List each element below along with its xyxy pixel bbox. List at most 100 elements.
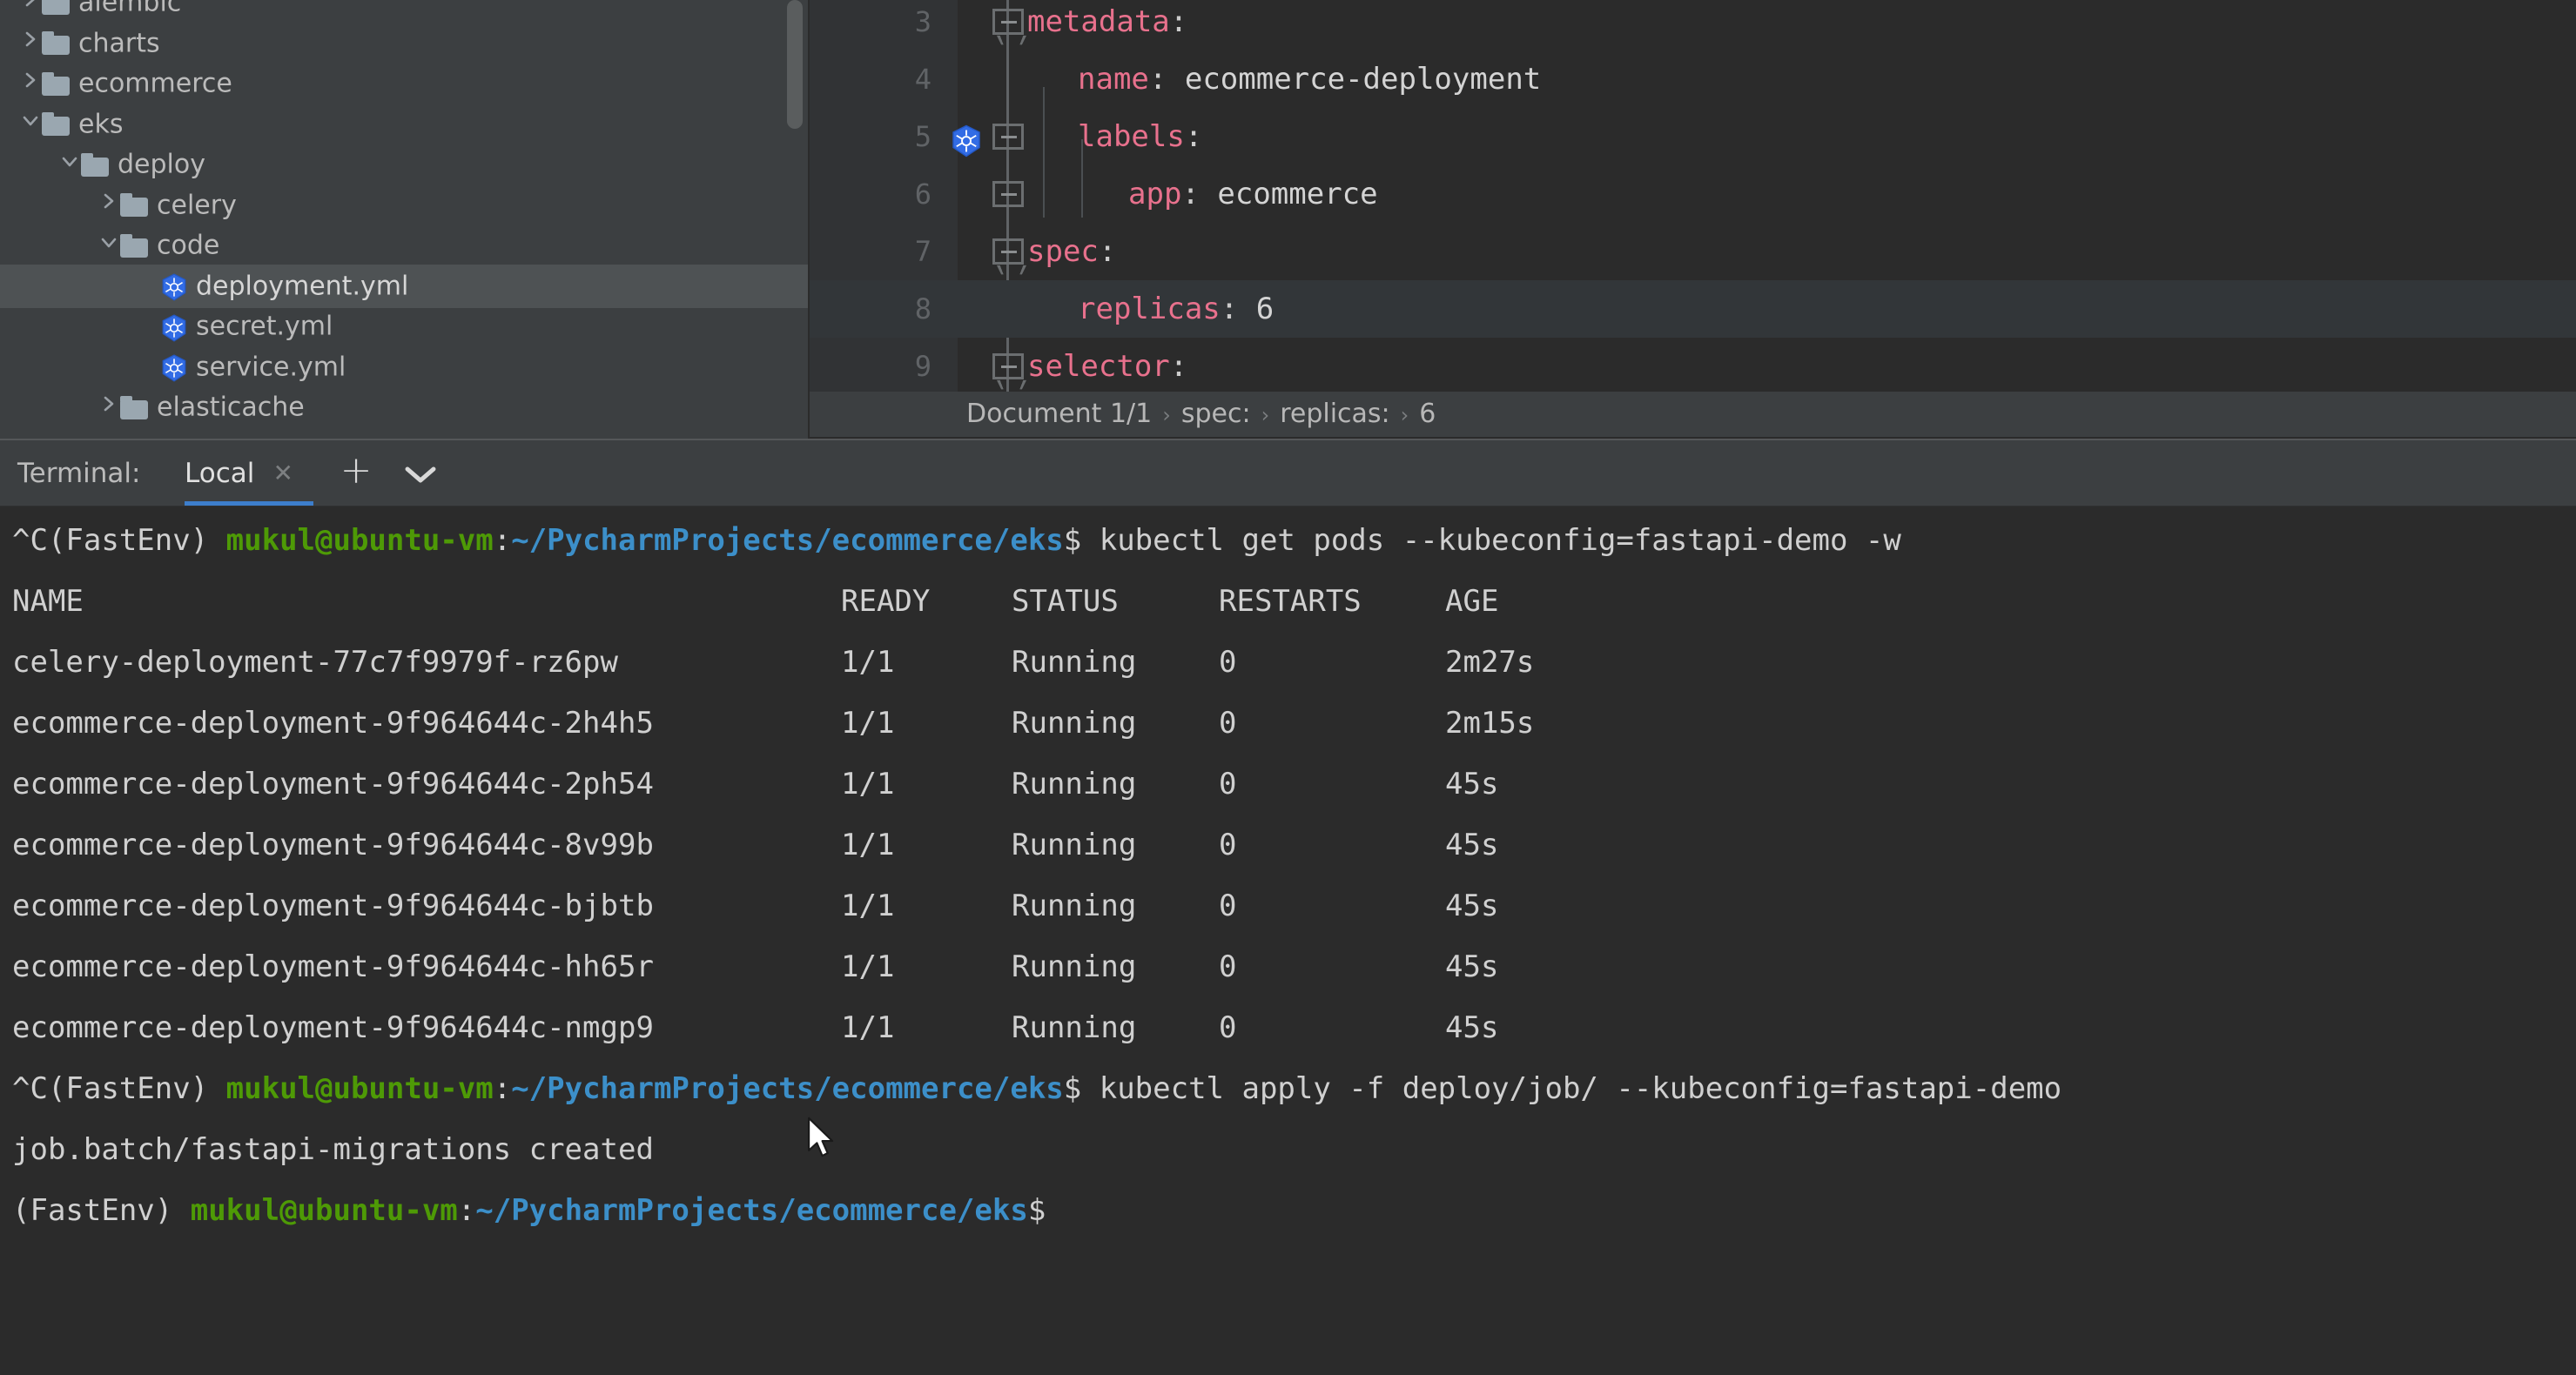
folder-icon xyxy=(120,235,150,258)
column-header-name: NAME xyxy=(12,573,84,630)
fold-toggle-line-9[interactable] xyxy=(992,353,1024,379)
chevron-down-icon[interactable] xyxy=(400,440,441,506)
terminal-active-prompt: (FastEnv) mukul@ubuntu-vm:~/PycharmProje… xyxy=(12,1182,1046,1239)
interrupt-marker: ^C xyxy=(12,523,48,558)
tree-folder-elasticache[interactable]: elasticache xyxy=(0,386,810,429)
breadcrumb-item[interactable]: replicas: xyxy=(1280,399,1389,429)
prompt-user-host: mukul@ubuntu-vm xyxy=(226,523,494,558)
tree-item-label: service.yml xyxy=(196,352,346,382)
yaml-key: name xyxy=(1078,62,1149,97)
code-line-6[interactable]: 6 app: ecommerce xyxy=(810,165,2576,223)
cursor-arrow-icon xyxy=(806,1117,836,1160)
project-tree-panel[interactable]: alembicchartsecommerceeksdeploycelerycod… xyxy=(0,0,810,440)
editor-breadcrumb[interactable]: Document 1/1›spec:›replicas:›6 xyxy=(810,392,2576,437)
code-editor[interactable]: 3metadata:4name: ecommerce-deployment5la… xyxy=(810,0,2576,440)
close-icon[interactable]: ✕ xyxy=(259,440,293,506)
top-area: alembicchartsecommerceeksdeploycelerycod… xyxy=(0,0,2576,440)
line-number: 6 xyxy=(810,165,932,223)
terminal-tab-local[interactable]: Local ✕ xyxy=(185,440,293,506)
code-text: name: ecommerce-deployment xyxy=(1027,50,1541,108)
folder-icon xyxy=(42,113,71,136)
cell-restarts: 0 xyxy=(1219,634,1236,691)
cell-pod-name: ecommerce-deployment-9f964644c-8v99b xyxy=(12,816,654,874)
yaml-value: ecommerce-deployment xyxy=(1185,62,1541,97)
terminal-command: kubectl get pods --kubeconfig=fastapi-de… xyxy=(1100,523,1901,558)
terminal-command-line: ^C(FastEnv) mukul@ubuntu-vm:~/PycharmPro… xyxy=(12,1060,2061,1117)
tree-folder-charts[interactable]: charts xyxy=(0,22,810,65)
cell-pod-name: ecommerce-deployment-9f964644c-2h4h5 xyxy=(12,694,654,752)
fold-toggle-line-5[interactable] xyxy=(992,124,1024,150)
yaml-value: 6 xyxy=(1256,292,1274,326)
line-number: 5 xyxy=(810,108,932,165)
chevron-down-icon[interactable] xyxy=(98,225,120,268)
cell-status: Running xyxy=(1012,634,1136,691)
code-line-8[interactable]: 8replicas: 6 xyxy=(810,280,2576,338)
cell-age: 45s xyxy=(1445,877,1498,935)
code-line-9[interactable]: 9selector: xyxy=(810,338,2576,395)
cell-age: 45s xyxy=(1445,999,1498,1056)
prompt-dollar: $ xyxy=(1064,1071,1081,1106)
chevron-right-icon[interactable] xyxy=(19,22,42,65)
folder-icon xyxy=(42,73,71,96)
code-line-7[interactable]: 7spec: xyxy=(810,223,2576,280)
prompt-colon: : xyxy=(494,1071,511,1106)
tree-item-label: ecommerce xyxy=(78,69,232,99)
cell-age: 2m15s xyxy=(1445,694,1534,752)
code-line-4[interactable]: 4name: ecommerce-deployment xyxy=(810,50,2576,108)
terminal-panel: Terminal: Local ✕ + ^C (FastEnv) mukul@ub… xyxy=(0,440,2576,1375)
prompt-colon: : xyxy=(458,1193,475,1228)
kubernetes-gutter-icon[interactable] xyxy=(949,120,984,155)
tree-folder-code[interactable]: code xyxy=(0,224,810,267)
cell-age: 45s xyxy=(1445,755,1498,813)
fold-toggle-line-7[interactable] xyxy=(992,238,1024,265)
tree-item-label: celery xyxy=(157,190,237,220)
terminal-toolbar: Terminal: Local ✕ + xyxy=(0,440,2576,506)
cell-restarts: 0 xyxy=(1219,999,1236,1056)
chevron-down-icon[interactable] xyxy=(58,144,81,187)
yaml-key: selector xyxy=(1027,349,1170,384)
terminal-output-line: job.batch/fastapi-migrations created xyxy=(12,1121,654,1178)
breadcrumb-item[interactable]: Document 1/1 xyxy=(966,399,1152,429)
terminal-output[interactable]: ^C (FastEnv) mukul@ubuntu-vm:~/PycharmPro… xyxy=(0,506,2576,1375)
breadcrumb-item[interactable]: 6 xyxy=(1419,399,1436,429)
kubernetes-icon xyxy=(159,353,189,383)
ide-window: alembicchartsecommerceeksdeploycelerycod… xyxy=(0,0,2576,1375)
cell-pod-name: ecommerce-deployment-9f964644c-nmgp9 xyxy=(12,999,654,1056)
tree-file-secret-yml[interactable]: secret.yml xyxy=(0,305,810,348)
chevron-right-icon[interactable] xyxy=(98,386,120,430)
cell-pod-name: ecommerce-deployment-9f964644c-hh65r xyxy=(12,938,654,996)
chevron-right-icon[interactable] xyxy=(19,63,42,106)
project-tree-scrollbar[interactable] xyxy=(787,0,803,129)
tree-item-label: deployment.yml xyxy=(196,271,408,301)
cell-status: Running xyxy=(1012,999,1136,1056)
tree-file-deployment-yml[interactable]: deployment.yml xyxy=(0,265,810,308)
tree-folder-deploy[interactable]: deploy xyxy=(0,143,810,186)
tree-file-service-yml[interactable]: service.yml xyxy=(0,345,810,389)
tree-folder-ecommerce[interactable]: ecommerce xyxy=(0,62,810,105)
terminal-tab-label: Local xyxy=(185,440,254,506)
cell-ready: 1/1 xyxy=(841,999,894,1056)
folder-icon xyxy=(42,0,71,15)
kubernetes-icon xyxy=(159,272,189,302)
cell-restarts: 0 xyxy=(1219,938,1236,996)
tree-folder-eks[interactable]: eks xyxy=(0,103,810,146)
column-header-ready: READY xyxy=(841,573,930,630)
cell-ready: 1/1 xyxy=(841,938,894,996)
cell-status: Running xyxy=(1012,755,1136,813)
plus-icon[interactable]: + xyxy=(336,440,376,506)
tree-item-label: eks xyxy=(78,109,123,139)
fold-toggle-line-6[interactable] xyxy=(992,181,1024,207)
fold-toggle-line-3[interactable] xyxy=(992,9,1024,35)
cell-restarts: 0 xyxy=(1219,694,1236,752)
chevron-down-icon[interactable] xyxy=(19,103,42,146)
terminal-title: Terminal: xyxy=(17,440,140,506)
tree-folder-celery[interactable]: celery xyxy=(0,184,810,227)
code-line-3[interactable]: 3metadata: xyxy=(810,0,2576,50)
venv-name: (FastEnv) xyxy=(12,1193,172,1228)
breadcrumb-item[interactable]: spec: xyxy=(1181,399,1251,429)
prompt-dollar: $ xyxy=(1028,1193,1046,1228)
chevron-right-icon[interactable] xyxy=(98,184,120,227)
code-line-5[interactable]: 5labels: xyxy=(810,108,2576,165)
code-text: app: ecommerce xyxy=(1027,165,1378,223)
tree-item-label: deploy xyxy=(118,150,205,180)
